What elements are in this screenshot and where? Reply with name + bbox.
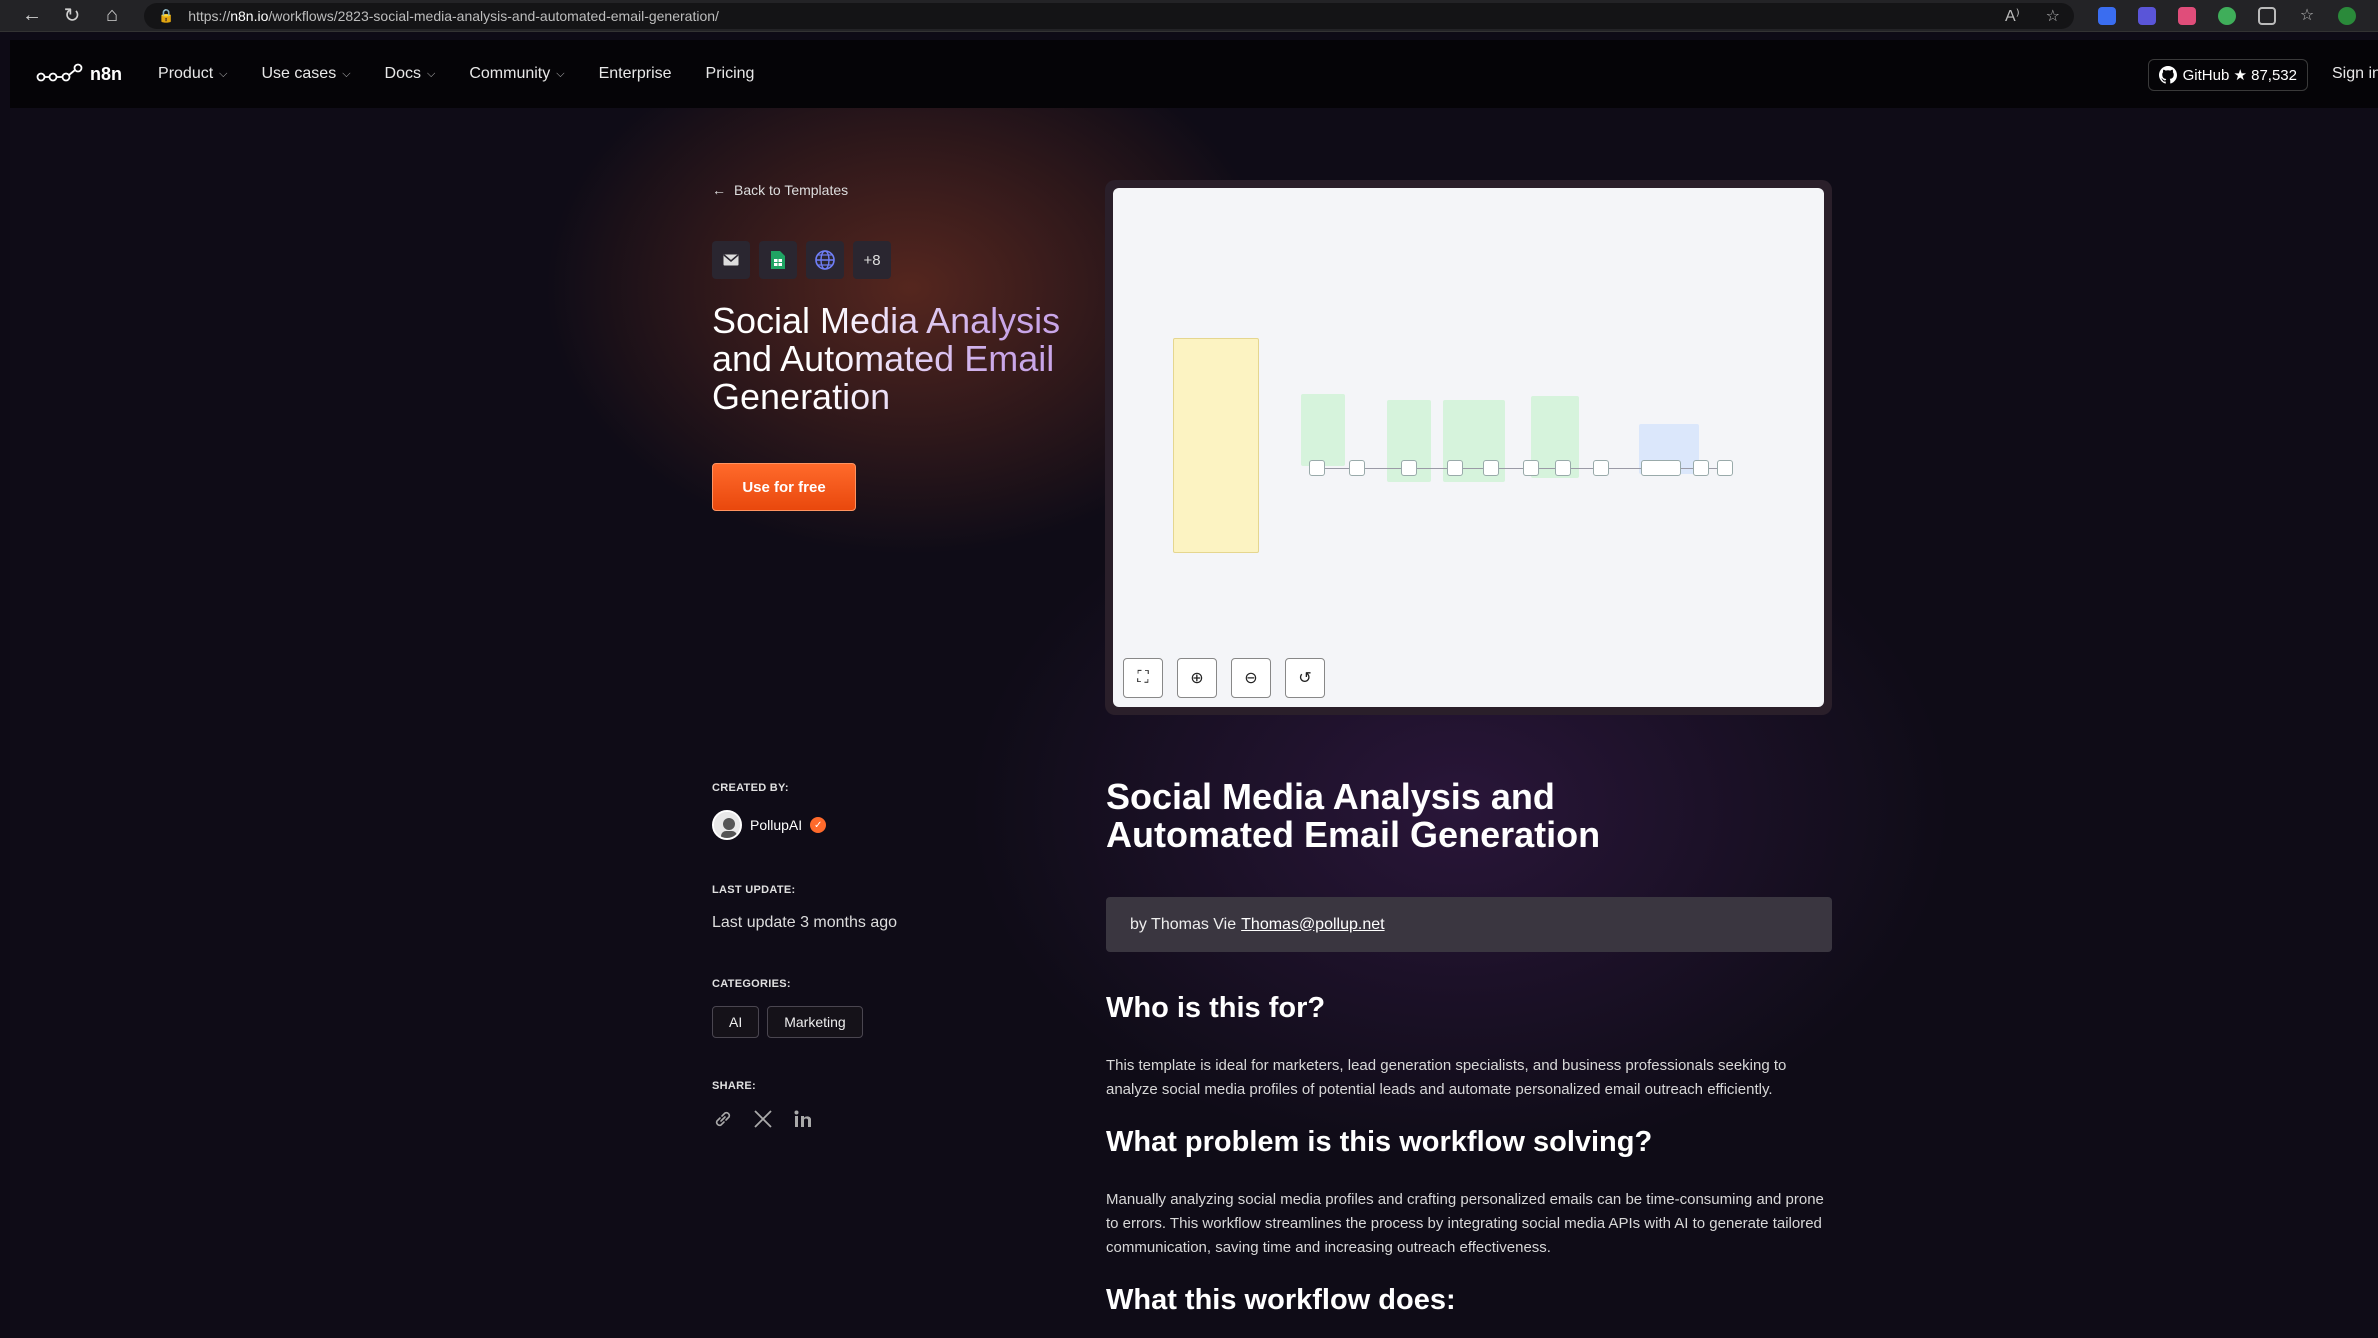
nav-label: Pricing [705,65,755,82]
byline-box: by Thomas Vie Thomas@pollup.net [1106,897,1832,952]
workflow-node [1349,460,1365,476]
template-title: Social Media Analysis and Automated Emai… [712,302,1072,416]
workflow-node [1483,460,1499,476]
logo-text: n8n [90,63,123,84]
url-path: /workflows/2823-social-media-analysis-an… [268,7,719,24]
category-ai[interactable]: AI [712,1006,760,1038]
workflow-node [1593,460,1609,476]
workflow-canvas[interactable]: ⛶ ⊕ ⊖ ↺ [1113,188,1824,707]
categories-label: CATEGORIES: [712,978,791,990]
chevron-down-icon: ⌵ [556,67,565,80]
share-label: SHARE: [712,1080,756,1092]
extra-nodes-count: +8 [853,241,891,279]
section-heading: What this workflow does: [1106,1284,1456,1316]
copy-link-icon[interactable] [712,1108,734,1130]
nav-label: Community [469,65,551,82]
linkedin-icon[interactable] [792,1108,814,1130]
nav-label: Docs [384,65,421,82]
nav-label: Use cases [261,65,337,82]
favorite-star-icon[interactable]: ☆ [2046,6,2060,26]
avatar [712,810,742,840]
ai-agent-node [1641,460,1681,476]
arrow-left-icon: ← [712,182,726,198]
byline-prefix: by Thomas Vie [1130,915,1237,933]
last-update-label: LAST UPDATE: [712,884,796,896]
github-icon [2158,66,2177,84]
google-sheets-icon [759,241,797,279]
x-twitter-icon[interactable] [752,1108,774,1130]
zoom-in-icon[interactable]: ⊕ [1177,658,1217,698]
last-update-value: Last update 3 months ago [712,914,898,931]
category-list: AI Marketing [712,1006,863,1038]
author[interactable]: PollupAI ✓ [712,810,827,840]
email-icon [712,241,750,279]
reload-icon[interactable]: ↻ [52,2,92,30]
sticky-note [1301,394,1345,466]
n8n-logo-icon [36,63,83,82]
fullscreen-icon[interactable]: ⛶ [1123,658,1163,698]
workflow-node [1309,460,1325,476]
home-icon[interactable]: ⌂ [92,2,132,30]
zoom-out-icon[interactable]: ⊖ [1231,658,1271,698]
node-icons: +8 [712,241,891,279]
workflow-preview: ⛶ ⊕ ⊖ ↺ [1105,180,1832,715]
extensions-puzzle-icon[interactable] [2258,6,2276,25]
nav-docs[interactable]: Docs ⌵ [385,65,436,83]
extension-icon[interactable] [2138,6,2156,25]
github-label: GitHub ★ 87,532 [2182,67,2297,84]
author-name: PollupAI [750,817,803,833]
reset-zoom-icon[interactable]: ↺ [1285,658,1325,698]
address-bar[interactable]: 🔒 https://n8n.io/workflows/2823-social-m… [144,2,2074,29]
section-heading: Who is this for? [1106,992,1326,1024]
category-marketing[interactable]: Marketing [767,1006,863,1038]
browser-toolbar: ← ↻ ⌂ 🔒 https://n8n.io/workflows/2823-so… [0,0,2378,32]
main-nav: Product ⌵ Use cases ⌵ Docs ⌵ Community ⌵ Ent… [158,65,754,83]
workflow-node [1555,460,1571,476]
url-scheme: https:// [188,7,231,24]
workflow-node [1717,460,1733,476]
chevron-down-icon: ⌵ [342,67,351,80]
use-for-free-button[interactable]: Use for free [712,463,856,511]
github-stars-button[interactable]: GitHub ★ 87,532 [2147,59,2308,91]
nav-use-cases[interactable]: Use cases ⌵ [262,65,351,83]
nav-label: Product [158,65,214,82]
sign-in-link[interactable]: Sign in [2332,65,2378,83]
nav-community[interactable]: Community ⌵ [469,65,564,83]
sticky-note [1173,338,1259,553]
section-text: Manually analyzing social media profiles… [1106,1191,1824,1256]
read-aloud-icon[interactable]: A⁾ [2005,6,2020,26]
description-heading: Social Media Analysis and Automated Emai… [1106,776,1601,855]
bitwarden-extension-icon[interactable] [2098,6,2116,25]
favorites-icon[interactable]: ☆ [2298,7,2316,25]
n8n-logo[interactable]: n8n [36,63,122,85]
nav-product[interactable]: Product ⌵ [158,65,227,83]
workflow-node [1693,460,1709,476]
lock-icon: 🔒 [158,7,175,23]
back-to-templates-link[interactable]: ← Back to Templates [712,182,848,198]
nav-enterprise[interactable]: Enterprise [599,65,672,83]
created-by-label: CREATED BY: [712,782,789,794]
workflow-node [1447,460,1463,476]
section-text: This template is ideal for marketers, le… [1106,1057,1787,1098]
nav-label: Enterprise [598,65,672,82]
extension-icon[interactable] [2178,6,2196,25]
workflow-node [1523,460,1539,476]
section-heading: What problem is this workflow solving? [1106,1126,1653,1158]
author-email-link[interactable]: Thomas@pollup.net [1241,916,1384,934]
verified-check-icon: ✓ [810,817,827,833]
http-globe-icon [806,241,844,279]
chevron-down-icon: ⌵ [427,67,436,80]
profile-avatar-icon[interactable] [2338,6,2356,25]
nav-pricing[interactable]: Pricing [706,65,755,83]
site-header: n8n Product ⌵ Use cases ⌵ Docs ⌵ Community ⌵… [10,40,2378,108]
extension-icon[interactable] [2218,6,2236,25]
back-arrow-icon[interactable]: ← [12,2,52,30]
share-buttons [712,1108,814,1130]
workflow-node [1401,460,1417,476]
back-label: Back to Templates [734,182,849,198]
chevron-down-icon: ⌵ [219,67,228,80]
url-host: n8n.io [230,7,269,24]
